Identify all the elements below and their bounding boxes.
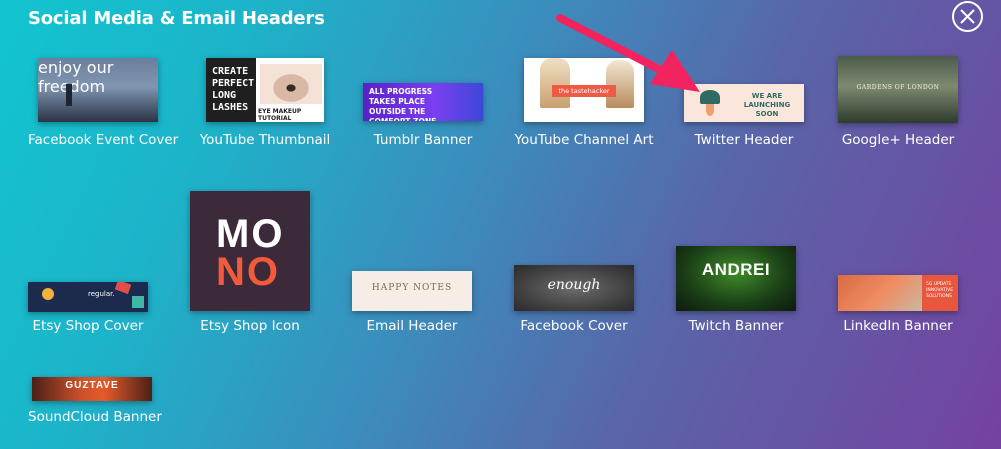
template-label: Twitter Header <box>694 132 794 148</box>
template-label: YouTube Channel Art <box>514 132 654 148</box>
google-plus-header-thumbnail: GARDENS OF LONDON <box>838 56 958 123</box>
thumbnail-text: WE ARE LAUNCHING SOON <box>743 92 791 118</box>
thumbnail-text: enjoy our freedom <box>38 58 114 96</box>
etsy-shop-cover-thumbnail: regular. <box>28 282 148 312</box>
page-title: Social Media & Email Headers <box>28 8 325 29</box>
template-label: Etsy Shop Cover <box>32 318 144 334</box>
email-header-thumbnail: HAPPY NOTES <box>352 271 472 311</box>
thumbnail-text-top: MO <box>216 212 285 256</box>
youtube-thumbnail-thumbnail: CREATE PERFECT LONG LASHES EYE MAKEUP TU… <box>206 58 324 122</box>
thumbnail-text: enough <box>547 277 601 293</box>
thumbnail-text: regular. <box>88 290 115 298</box>
template-label: Email Header <box>366 318 458 334</box>
template-label: SoundCloud Banner <box>28 409 162 425</box>
template-label: Tumblr Banner <box>373 132 473 148</box>
template-label: Facebook Cover <box>520 318 628 334</box>
template-label: Google+ Header <box>841 132 955 148</box>
thumbnail-text: ANDREI <box>701 260 771 279</box>
youtube-channel-art-thumbnail: the tastehacker <box>524 58 644 122</box>
thumbnail-text: GUZTAVE <box>65 380 119 391</box>
thumbnail-caption: EYE MAKEUP TUTORIAL <box>258 108 302 122</box>
thumbnail-text: GARDENS OF LONDON <box>856 84 940 91</box>
template-label: YouTube Thumbnail <box>199 132 331 148</box>
soundcloud-banner-thumbnail: GUZTAVE <box>32 377 152 401</box>
template-label: Facebook Event Cover <box>28 132 179 148</box>
thumbnail-text: 5G UPDATE INNOVATIVE SOLUTIONS <box>926 282 954 299</box>
close-button[interactable] <box>952 1 983 32</box>
twitter-header-thumbnail: WE ARE LAUNCHING SOON <box>684 84 804 122</box>
close-icon <box>960 9 975 24</box>
thumbnail-text: ALL PROGRESS TAKES PLACE OUTSIDE THE COM… <box>369 87 436 121</box>
tumblr-banner-thumbnail: ALL PROGRESS TAKES PLACE OUTSIDE THE COM… <box>363 83 483 121</box>
facebook-cover-thumbnail: enough <box>514 265 634 311</box>
twitch-banner-thumbnail: ANDREI <box>676 246 796 311</box>
etsy-shop-icon-thumbnail: MO NO <box>190 191 310 311</box>
template-label: Twitch Banner <box>688 318 784 334</box>
thumbnail-text-bottom: NO <box>216 250 280 294</box>
thumbnail-text: CREATE PERFECT LONG LASHES <box>212 66 255 113</box>
facebook-event-cover-thumbnail: enjoy our freedom <box>38 58 158 122</box>
thumbnail-text: HAPPY NOTES <box>371 283 453 293</box>
template-label: LinkedIn Banner <box>843 318 953 334</box>
template-label: Etsy Shop Icon <box>200 318 300 334</box>
thumbnail-text: the tastehacker <box>552 85 616 97</box>
linkedin-banner-thumbnail: 5G UPDATE INNOVATIVE SOLUTIONS <box>838 275 958 311</box>
